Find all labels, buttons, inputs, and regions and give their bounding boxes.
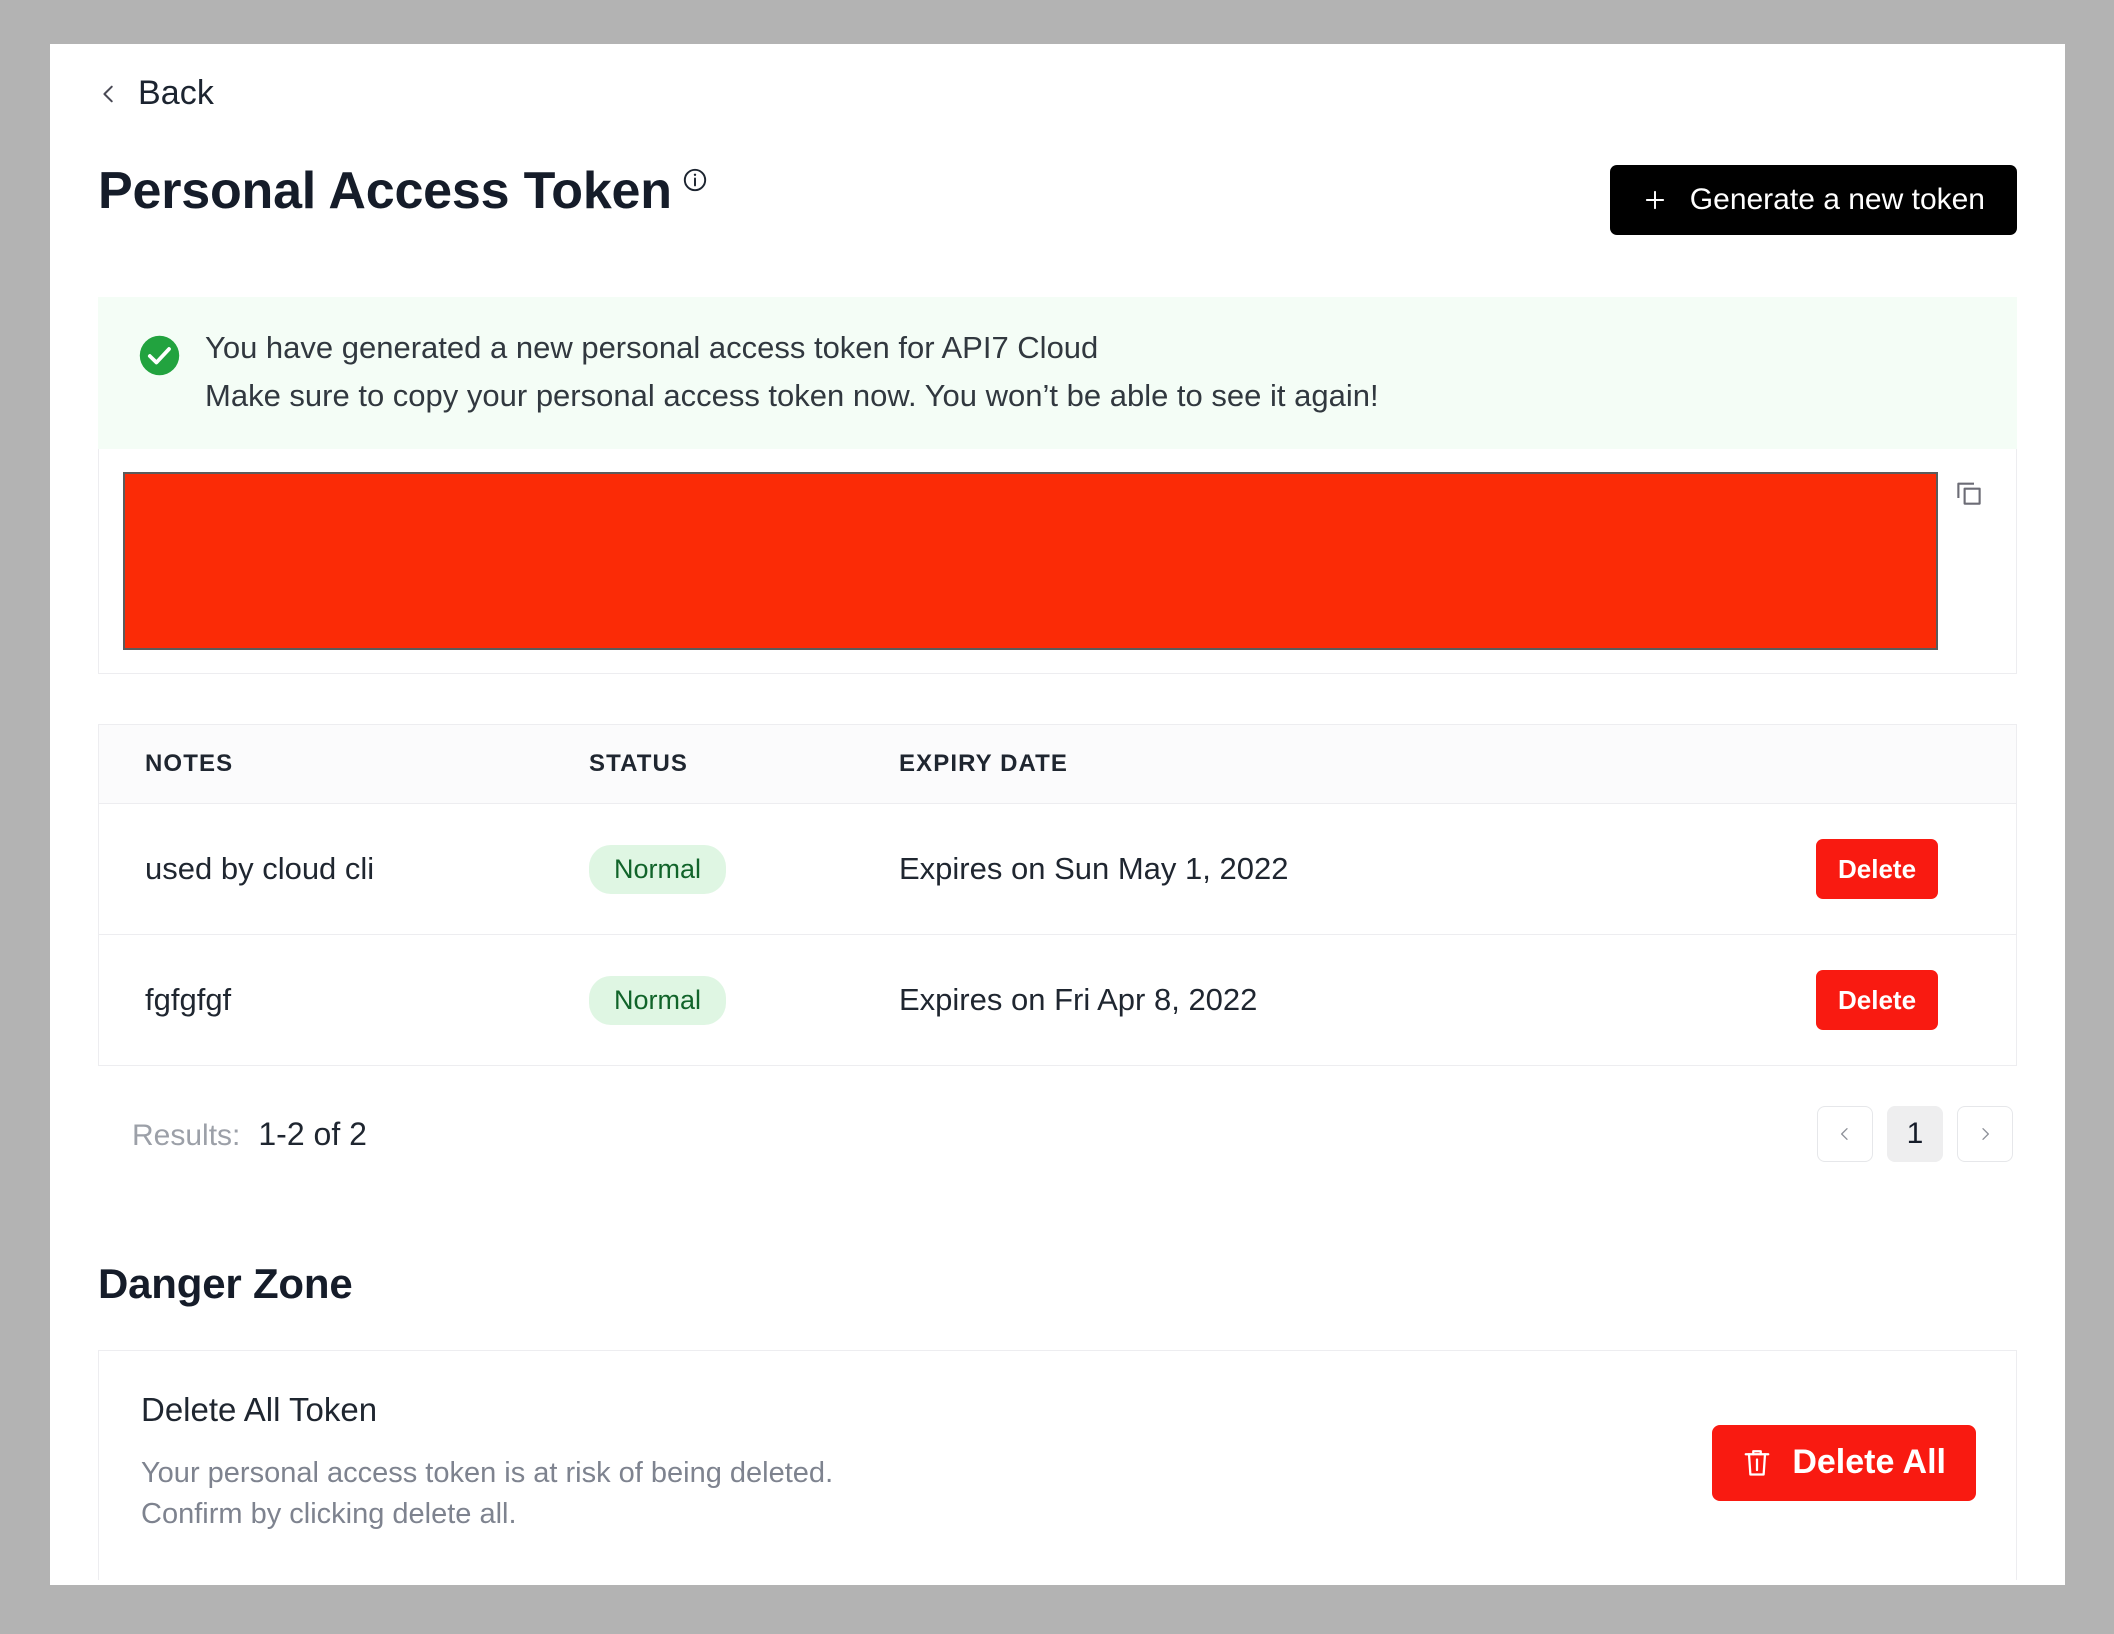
results-summary: Results: 1-2 of 2 [98,1116,367,1153]
cell-notes: fgfgfgf [145,982,232,1018]
page-title: Personal Access Token [98,162,672,220]
page-title-group: Personal Access Token [98,165,708,217]
back-label: Back [138,74,214,112]
page-header: Personal Access Token Generate a new tok… [98,165,2017,235]
delete-token-button[interactable]: Delete [1816,839,1939,900]
success-alert-line-1: You have generated a new personal access… [205,330,1099,365]
status-badge: Normal [589,844,727,894]
check-circle-icon [138,330,181,377]
success-alert: You have generated a new personal access… [98,297,2017,450]
status-badge: Normal [589,975,727,1025]
pagination-prev-button[interactable] [1817,1106,1873,1163]
trash-icon [1742,1446,1772,1480]
danger-zone-desc-line-1: Your personal access token is at risk of… [141,1457,834,1490]
pagination-next-button[interactable] [1957,1106,2013,1163]
cell-status: Normal [589,975,899,1025]
cell-actions: Delete [1816,970,2016,1031]
tokens-table: NOTES STATUS EXPIRY DATE used by cloud c… [98,724,2017,1067]
table-footer: Results: 1-2 of 2 1 [98,1106,2017,1163]
plus-icon [1642,187,1668,213]
table-row: fgfgfgf Normal Expires on Fri Apr 8, 202… [99,935,2016,1067]
danger-zone-text: Delete All Token Your personal access to… [141,1391,833,1534]
danger-zone-title: Danger Zone [98,1260,353,1308]
generate-new-token-label: Generate a new token [1689,183,1985,216]
cell-actions: Delete [1816,839,2016,900]
danger-zone-desc-line-2: Confirm by clicking delete all. [141,1497,517,1530]
danger-zone-card: Delete All Token Your personal access to… [98,1350,2017,1581]
results-label: Results: [132,1118,241,1152]
token-value-redacted[interactable] [123,472,1938,651]
delete-all-label: Delete All [1792,1443,1946,1482]
chevron-left-icon [1837,1126,1853,1142]
delete-token-button[interactable]: Delete [1816,970,1939,1031]
cell-status: Normal [589,844,899,894]
cell-notes: used by cloud cli [145,851,375,887]
generate-new-token-button[interactable]: Generate a new token [1609,165,2017,235]
table-row: used by cloud cli Normal Expires on Sun … [99,804,2016,936]
column-header-status: STATUS [589,750,689,778]
delete-all-button[interactable]: Delete All [1712,1424,1976,1501]
chevron-right-icon [1977,1126,1993,1142]
column-header-notes: NOTES [145,750,234,778]
back-link[interactable]: Back [98,44,214,113]
column-header-expiry-date: EXPIRY DATE [899,750,1069,778]
app-window: Back Personal Access Token Generate a ne… [50,44,2065,1585]
success-alert-line-2: Make sure to copy your personal access t… [205,377,1379,413]
table-header-row: NOTES STATUS EXPIRY DATE [99,725,2016,805]
pagination-page-1[interactable]: 1 [1887,1106,1943,1163]
results-value: 1-2 of 2 [258,1115,367,1152]
token-value-card [98,449,2017,675]
pagination: 1 [1817,1106,2013,1163]
chevron-left-icon [98,83,120,105]
info-icon[interactable] [682,165,708,193]
page-content: Back Personal Access Token Generate a ne… [50,44,2065,1581]
success-alert-text: You have generated a new personal access… [205,330,1379,413]
cell-expiry-date: Expires on Sun May 1, 2022 [899,851,1289,887]
copy-icon[interactable] [1954,472,1992,508]
cell-expiry-date: Expires on Fri Apr 8, 2022 [899,982,1258,1018]
danger-zone-heading: Delete All Token [141,1391,378,1429]
